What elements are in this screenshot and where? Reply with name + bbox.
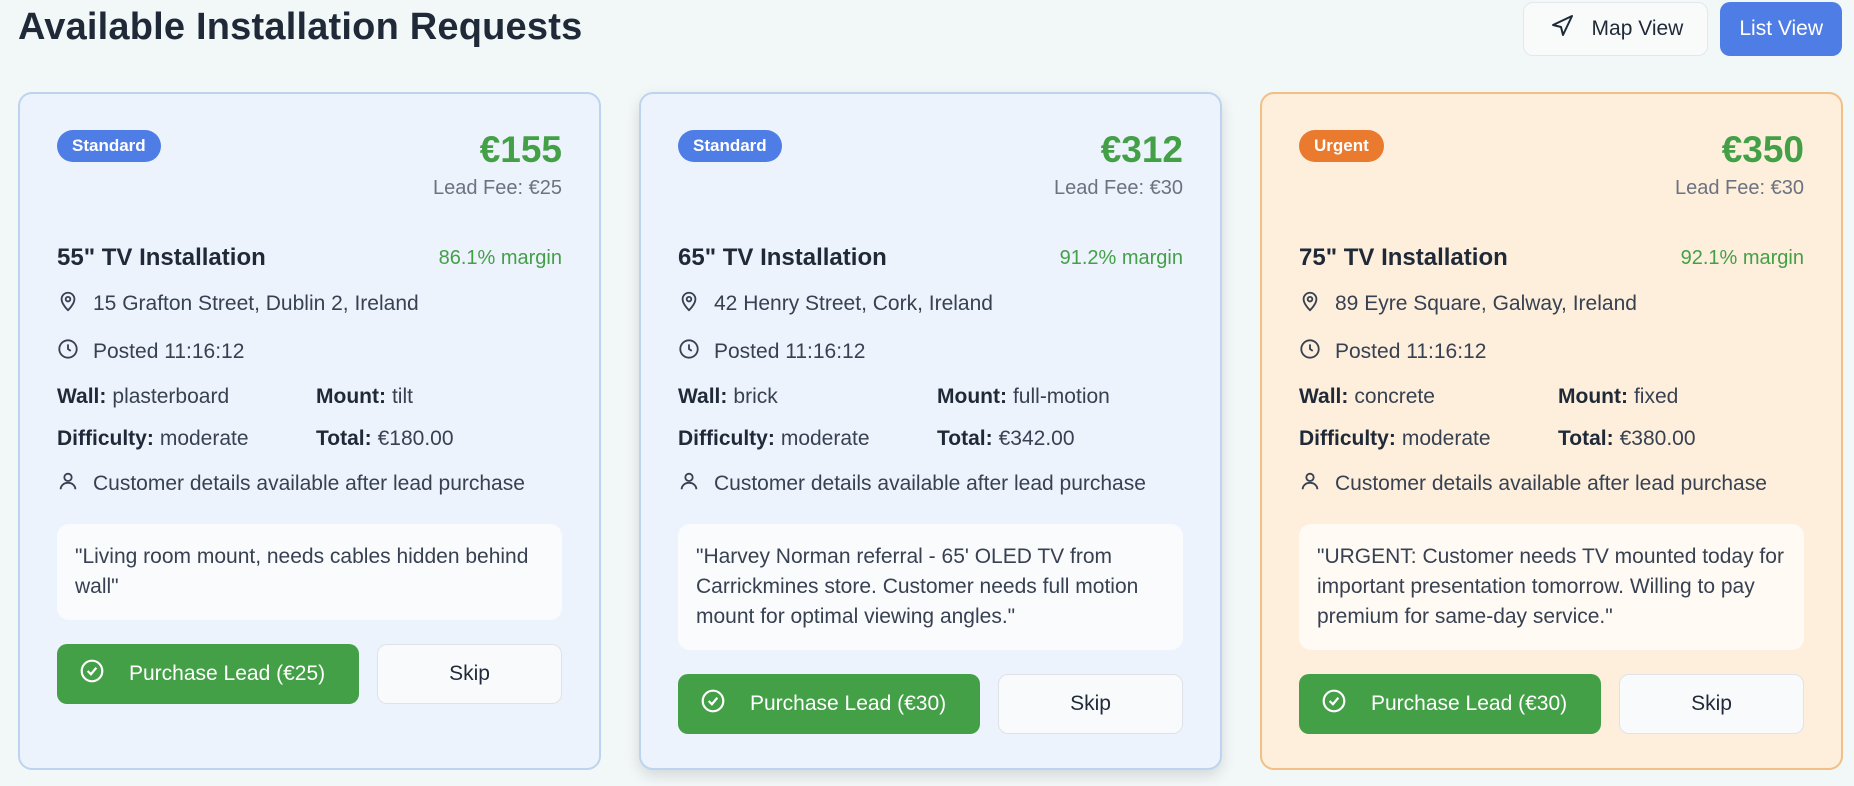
header: Available Installation Requests Map View… [0,0,1854,70]
navigation-arrow-icon [1550,14,1574,44]
location-pin-icon [678,290,700,318]
request-cards: Standard €155 Lead Fee: €25 55" TV Insta… [18,92,1843,770]
check-circle-icon [1321,688,1347,720]
user-icon [1299,470,1321,498]
address: 89 Eyre Square, Galway, Ireland [1335,292,1637,315]
total-spec: Total: €380.00 [1558,427,1696,450]
mount-spec: Mount: fixed [1558,385,1679,408]
job-title: 65" TV Installation [678,244,887,271]
job-title: 55" TV Installation [57,244,266,271]
purchase-lead-label: Purchase Lead (€30) [1371,692,1568,715]
posted-time: Posted 11:16:12 [714,340,866,363]
wall-spec: Wall: concrete [1299,385,1435,408]
user-icon [57,470,79,498]
clock-icon [57,338,79,366]
customer-note: Customer details available after lead pu… [1335,472,1767,495]
difficulty-spec: Difficulty: moderate [678,427,870,450]
margin: 91.2% margin [1059,246,1183,269]
address: 42 Henry Street, Cork, Ireland [714,292,993,315]
location-pin-icon [1299,290,1321,318]
total-spec: Total: €342.00 [937,427,1075,450]
purchase-lead-button[interactable]: Purchase Lead (€25) [57,644,359,704]
posted-time: Posted 11:16:12 [93,340,245,363]
priority-badge: Standard [678,130,782,162]
purchase-lead-button[interactable]: Purchase Lead (€30) [678,674,980,734]
difficulty-spec: Difficulty: moderate [57,427,249,450]
check-circle-icon [700,688,726,720]
margin: 92.1% margin [1680,246,1804,269]
lead-fee: Lead Fee: €30 [1054,176,1183,199]
lead-fee: Lead Fee: €25 [433,176,562,199]
clock-icon [678,338,700,366]
list-view-button[interactable]: List View [1720,2,1842,56]
specs: Wall: concrete Mount: fixed Difficulty: mod… [1299,376,1804,460]
clock-icon [1299,338,1321,366]
request-note: "URGENT: Customer needs TV mounted today… [1299,524,1804,650]
mount-spec: Mount: tilt [316,385,413,408]
specs: Wall: brick Mount: full-motion Difficulty:… [678,376,1183,460]
address: 15 Grafton Street, Dublin 2, Ireland [93,292,419,315]
specs: Wall: plasterboard Mount: tilt Difficulty:… [57,376,562,460]
request-note: "Harvey Norman referral - 65' OLED TV fr… [678,524,1183,650]
skip-button[interactable]: Skip [1619,674,1804,734]
price: €350 [1721,129,1804,170]
posted-time: Posted 11:16:12 [1335,340,1487,363]
map-view-button[interactable]: Map View [1522,2,1709,56]
purchase-lead-label: Purchase Lead (€25) [129,662,326,685]
skip-button[interactable]: Skip [377,644,562,704]
price: €155 [479,129,562,170]
job-title: 75" TV Installation [1299,244,1508,271]
location-pin-icon [57,290,79,318]
request-card: Standard €312 Lead Fee: €30 65" TV Insta… [639,92,1222,770]
page-title: Available Installation Requests [18,6,583,48]
request-card: Urgent €350 Lead Fee: €30 75" TV Install… [1260,92,1843,770]
user-icon [678,470,700,498]
request-note: "Living room mount, needs cables hidden … [57,524,562,620]
priority-badge: Urgent [1299,130,1384,162]
skip-button[interactable]: Skip [998,674,1183,734]
request-card: Standard €155 Lead Fee: €25 55" TV Insta… [18,92,601,770]
mount-spec: Mount: full-motion [937,385,1110,408]
wall-spec: Wall: brick [678,385,778,408]
view-toggle: Map View List View [1522,2,1842,56]
difficulty-spec: Difficulty: moderate [1299,427,1491,450]
lead-fee: Lead Fee: €30 [1675,176,1804,199]
price: €312 [1100,129,1183,170]
check-circle-icon [79,658,105,690]
wall-spec: Wall: plasterboard [57,385,230,408]
customer-note: Customer details available after lead pu… [93,472,525,495]
map-view-label: Map View [1591,17,1684,40]
margin: 86.1% margin [438,246,562,269]
priority-badge: Standard [57,130,161,162]
purchase-lead-label: Purchase Lead (€30) [750,692,947,715]
purchase-lead-button[interactable]: Purchase Lead (€30) [1299,674,1601,734]
customer-note: Customer details available after lead pu… [714,472,1146,495]
total-spec: Total: €180.00 [316,427,454,450]
